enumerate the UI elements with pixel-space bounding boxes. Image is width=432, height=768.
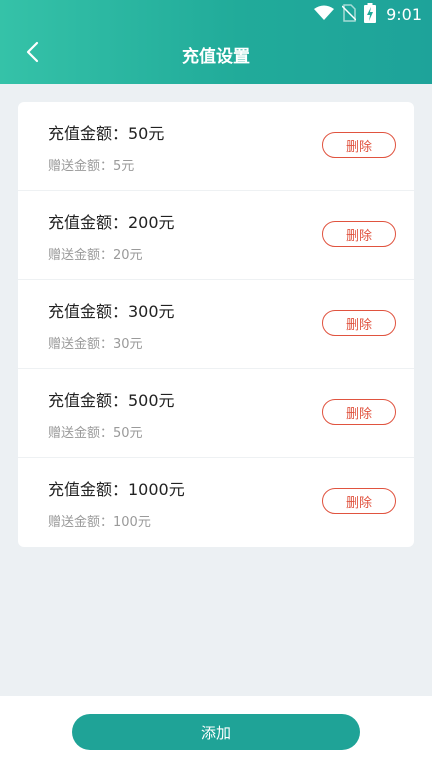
- recharge-amount: 充值金额：500元: [48, 391, 175, 410]
- recharge-item: 充值金额：50元 赠送金额：5元 删除: [18, 102, 414, 191]
- gift-amount: 赠送金额：5元: [48, 159, 135, 174]
- delete-button[interactable]: 删除: [322, 221, 396, 247]
- recharge-item: 充值金额：300元 赠送金额：30元 删除: [18, 280, 414, 369]
- delete-button[interactable]: 删除: [322, 132, 396, 158]
- gift-amount: 赠送金额：20元: [48, 248, 143, 263]
- recharge-amount: 充值金额：1000元: [48, 480, 185, 499]
- delete-button[interactable]: 删除: [322, 310, 396, 336]
- recharge-list: 充值金额：50元 赠送金额：5元 删除 充值金额：200元 赠送金额：20元 删…: [18, 102, 414, 547]
- app-header: 9:01 充值设置: [0, 0, 432, 84]
- page-title: 充值设置: [182, 47, 250, 67]
- recharge-item: 充值金额：200元 赠送金额：20元 删除: [18, 191, 414, 280]
- recharge-amount: 充值金额：300元: [48, 302, 175, 321]
- recharge-amount: 充值金额：50元: [48, 124, 165, 143]
- gift-amount: 赠送金额：50元: [48, 426, 143, 441]
- status-bar: 9:01: [0, 0, 432, 30]
- delete-button[interactable]: 删除: [322, 488, 396, 514]
- status-time: 9:01: [386, 5, 422, 24]
- status-icons: [314, 3, 376, 27]
- recharge-item: 充值金额：500元 赠送金额：50元 删除: [18, 369, 414, 458]
- battery-charging-icon: [364, 3, 376, 27]
- add-button[interactable]: 添加: [72, 714, 360, 750]
- no-sim-icon: [341, 4, 357, 26]
- wifi-icon: [314, 5, 334, 25]
- recharge-item: 充值金额：1000元 赠送金额：100元 删除: [18, 458, 414, 547]
- recharge-amount: 充值金额：200元: [48, 213, 175, 232]
- footer-bar: 添加: [0, 696, 432, 768]
- delete-button[interactable]: 删除: [322, 399, 396, 425]
- gift-amount: 赠送金额：100元: [48, 515, 151, 530]
- gift-amount: 赠送金额：30元: [48, 337, 143, 352]
